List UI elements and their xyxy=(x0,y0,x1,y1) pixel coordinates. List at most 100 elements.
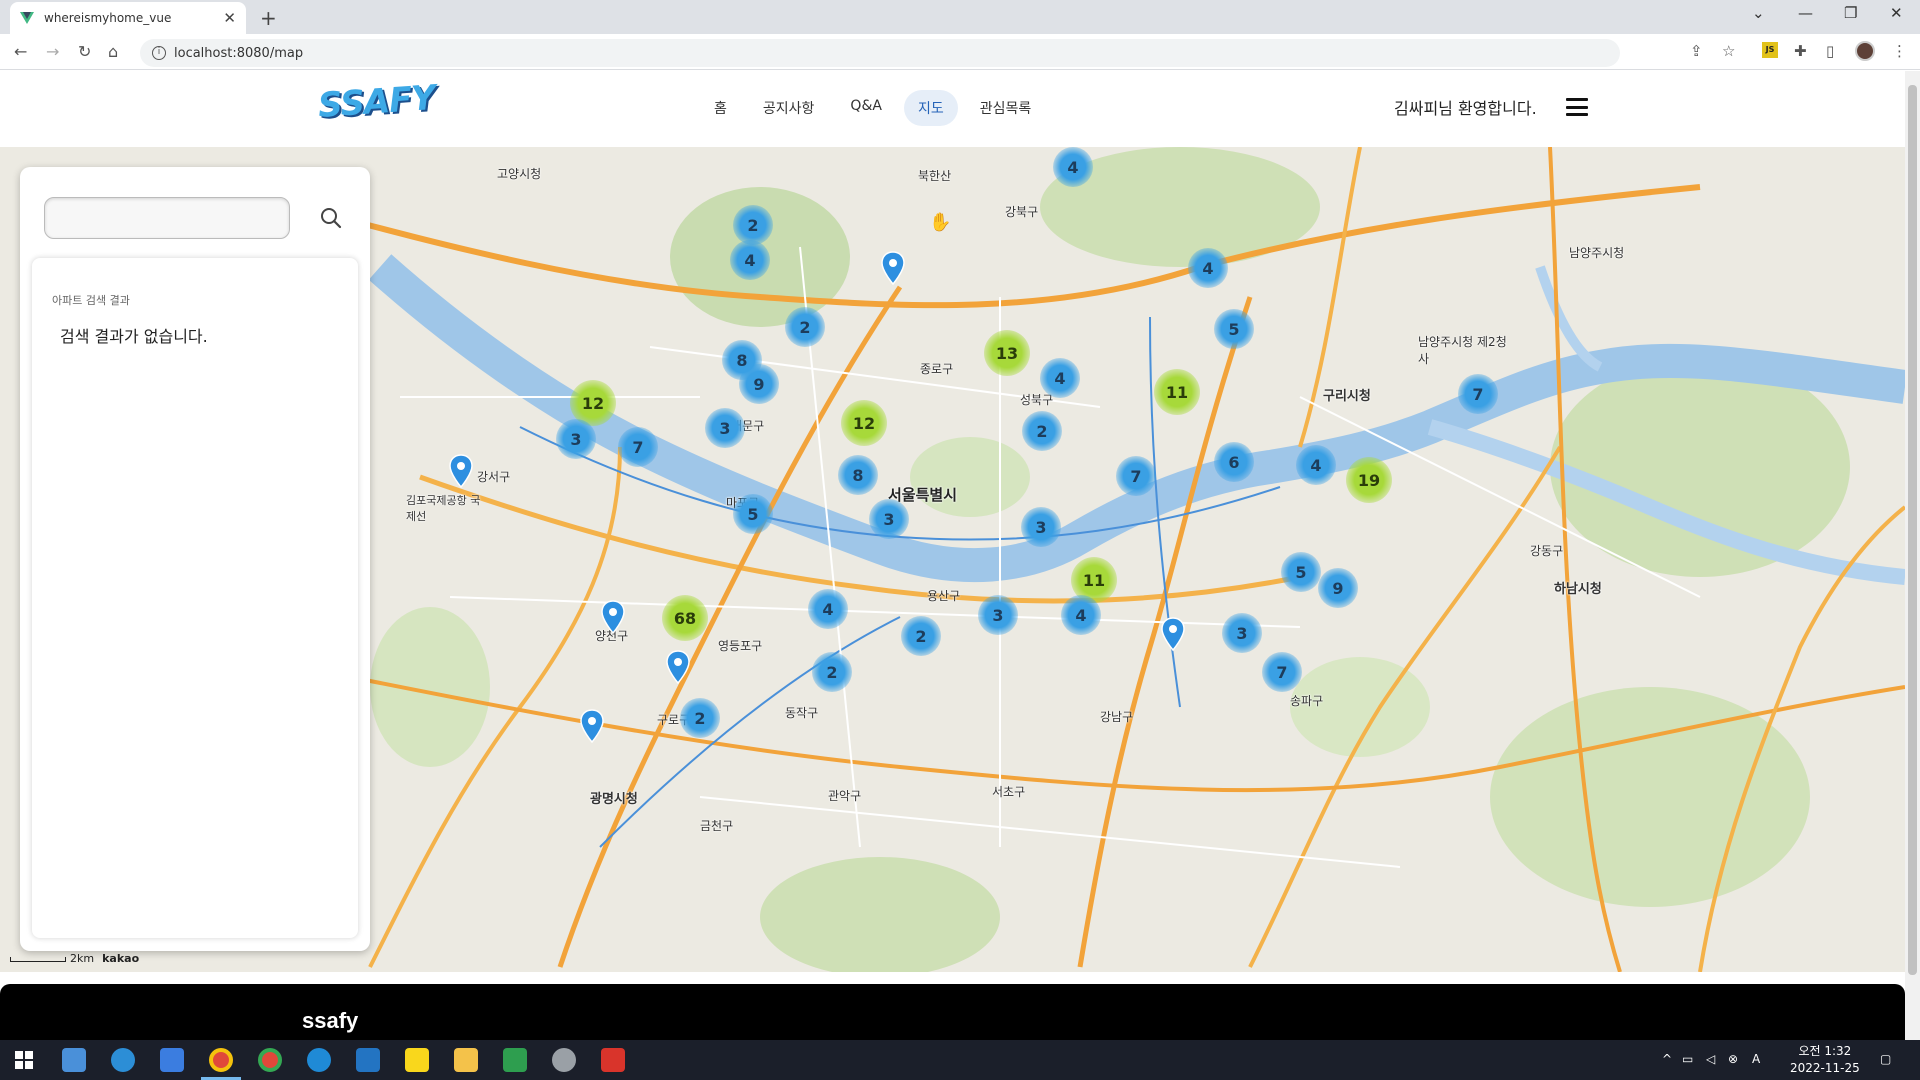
forward-icon[interactable]: → xyxy=(46,42,59,61)
tab-close-icon[interactable]: ✕ xyxy=(223,9,236,27)
ssafy-logo[interactable]: SSAFY xyxy=(317,78,436,126)
back-icon[interactable]: ← xyxy=(14,42,27,61)
cluster-marker[interactable]: 3 xyxy=(556,419,596,459)
site-info-icon[interactable]: i xyxy=(152,46,166,60)
extensions-icon[interactable]: ✚ xyxy=(1794,42,1807,60)
cluster-marker[interactable]: 11 xyxy=(1154,369,1200,415)
cluster-marker[interactable]: 7 xyxy=(1116,456,1156,496)
label-hanam: 하남시청 xyxy=(1554,582,1602,597)
cluster-marker[interactable]: 5 xyxy=(1281,552,1321,592)
location-pin-icon[interactable] xyxy=(881,251,905,285)
new-tab-icon[interactable]: + xyxy=(260,6,277,30)
minimize-icon[interactable]: — xyxy=(1798,4,1813,22)
todo-icon[interactable] xyxy=(160,1048,184,1072)
label-gangseo: 강서구 xyxy=(477,470,511,484)
cluster-marker[interactable]: 6 xyxy=(1214,442,1254,482)
app-icon[interactable] xyxy=(62,1048,86,1072)
cluster-marker[interactable]: 3 xyxy=(869,499,909,539)
cluster-marker[interactable]: 7 xyxy=(1458,374,1498,414)
cluster-marker[interactable]: 2 xyxy=(733,205,773,245)
location-pin-icon[interactable] xyxy=(449,454,473,488)
cluster-marker[interactable]: 4 xyxy=(1188,248,1228,288)
cluster-marker[interactable]: 68 xyxy=(662,595,708,641)
cluster-marker[interactable]: 2 xyxy=(1022,411,1062,451)
cluster-marker[interactable]: 7 xyxy=(1262,652,1302,692)
map-scale: 2km kakao xyxy=(10,952,139,965)
cluster-marker[interactable]: 9 xyxy=(739,364,779,404)
app-header: SSAFY 홈 공지사항 Q&A 지도 관심목록 김싸피님 환영합니다. xyxy=(0,71,1905,147)
ie-icon[interactable] xyxy=(307,1048,331,1072)
tray-status-icon[interactable]: ⊗ xyxy=(1728,1052,1738,1066)
network-icon[interactable]: ▭ xyxy=(1682,1052,1693,1066)
chrome-icon[interactable] xyxy=(209,1048,233,1072)
nav-interest[interactable]: 관심목록 xyxy=(966,90,1046,126)
edge-icon[interactable] xyxy=(111,1048,135,1072)
scale-text: 2km xyxy=(70,952,95,965)
side-panel-icon[interactable]: ▯ xyxy=(1826,42,1834,60)
nav-qna[interactable]: Q&A xyxy=(836,90,896,126)
browser-tab[interactable]: whereismyhome_vue ✕ xyxy=(10,2,246,34)
settings-icon[interactable] xyxy=(552,1048,576,1072)
js-extension-icon[interactable]: JS xyxy=(1762,42,1778,58)
page-footer: ssafy xyxy=(0,984,1905,1040)
cluster-marker[interactable]: 4 xyxy=(1040,358,1080,398)
reload-icon[interactable]: ↻ xyxy=(78,42,91,61)
nav-notice[interactable]: 공지사항 xyxy=(749,90,829,126)
cluster-marker[interactable]: 12 xyxy=(841,400,887,446)
cluster-marker[interactable]: 13 xyxy=(984,330,1030,376)
cluster-marker[interactable]: 5 xyxy=(733,494,773,534)
taskbar-clock[interactable]: 오전 1:32 2022-11-25 xyxy=(1790,1043,1860,1077)
close-window-icon[interactable]: ✕ xyxy=(1890,4,1903,22)
bookmark-star-icon[interactable]: ☆ xyxy=(1722,42,1735,60)
ime-icon[interactable]: A xyxy=(1752,1052,1760,1066)
label-gwangmyeong: 광명시청 xyxy=(590,792,638,807)
cluster-marker[interactable]: 2 xyxy=(901,616,941,656)
hamburger-menu-icon[interactable] xyxy=(1566,98,1588,116)
location-pin-icon[interactable] xyxy=(601,600,625,634)
location-pin-icon[interactable] xyxy=(580,709,604,743)
restore-icon[interactable]: ❐ xyxy=(1844,4,1857,22)
cluster-marker[interactable]: 5 xyxy=(1214,309,1254,349)
vscode-icon[interactable] xyxy=(356,1048,380,1072)
cluster-marker[interactable]: 2 xyxy=(785,307,825,347)
cluster-marker[interactable]: 3 xyxy=(1222,613,1262,653)
cluster-marker[interactable]: 19 xyxy=(1346,457,1392,503)
file-explorer-icon[interactable] xyxy=(454,1048,478,1072)
search-input[interactable] xyxy=(44,197,290,239)
volume-icon[interactable]: ◁ xyxy=(1706,1052,1715,1066)
more-menu-icon[interactable]: ⋮ xyxy=(1892,42,1907,60)
cluster-marker[interactable]: 4 xyxy=(1061,595,1101,635)
search-icon[interactable] xyxy=(320,207,342,229)
cluster-marker[interactable]: 3 xyxy=(1021,507,1061,547)
nav-home[interactable]: 홈 xyxy=(700,90,741,126)
windows-start-icon[interactable] xyxy=(12,1048,36,1072)
cluster-marker[interactable]: 7 xyxy=(618,427,658,467)
cluster-marker[interactable]: 8 xyxy=(838,455,878,495)
cluster-marker[interactable]: 9 xyxy=(1318,568,1358,608)
notification-icon[interactable]: ▢ xyxy=(1880,1052,1891,1066)
chrome-icon[interactable] xyxy=(258,1048,282,1072)
location-pin-icon[interactable] xyxy=(666,650,690,684)
page-scrollbar[interactable] xyxy=(1905,71,1920,1040)
cluster-marker[interactable]: 3 xyxy=(978,595,1018,635)
nav-map[interactable]: 지도 xyxy=(903,90,958,126)
cluster-marker[interactable]: 3 xyxy=(705,408,745,448)
cluster-marker[interactable]: 2 xyxy=(680,698,720,738)
app-icon[interactable] xyxy=(601,1048,625,1072)
clock-time: 오전 1:32 xyxy=(1798,1044,1852,1058)
cluster-marker[interactable]: 4 xyxy=(808,589,848,629)
share-icon[interactable]: ⇪ xyxy=(1690,42,1703,60)
cluster-marker[interactable]: 2 xyxy=(812,652,852,692)
tray-chevron-icon[interactable]: ^ xyxy=(1662,1052,1672,1066)
tab-search-icon[interactable]: ⌄ xyxy=(1752,4,1765,22)
location-pin-icon[interactable] xyxy=(1161,617,1185,651)
scrollbar-thumb[interactable] xyxy=(1908,85,1917,975)
cluster-marker[interactable]: 4 xyxy=(1053,147,1093,187)
cluster-marker[interactable]: 4 xyxy=(730,240,770,280)
address-bar[interactable]: i localhost:8080/map xyxy=(140,39,1620,67)
notepad-icon[interactable] xyxy=(503,1048,527,1072)
kakaotalk-icon[interactable] xyxy=(405,1048,429,1072)
profile-avatar[interactable] xyxy=(1855,41,1875,61)
cluster-marker[interactable]: 4 xyxy=(1296,445,1336,485)
home-icon[interactable]: ⌂ xyxy=(108,42,118,61)
